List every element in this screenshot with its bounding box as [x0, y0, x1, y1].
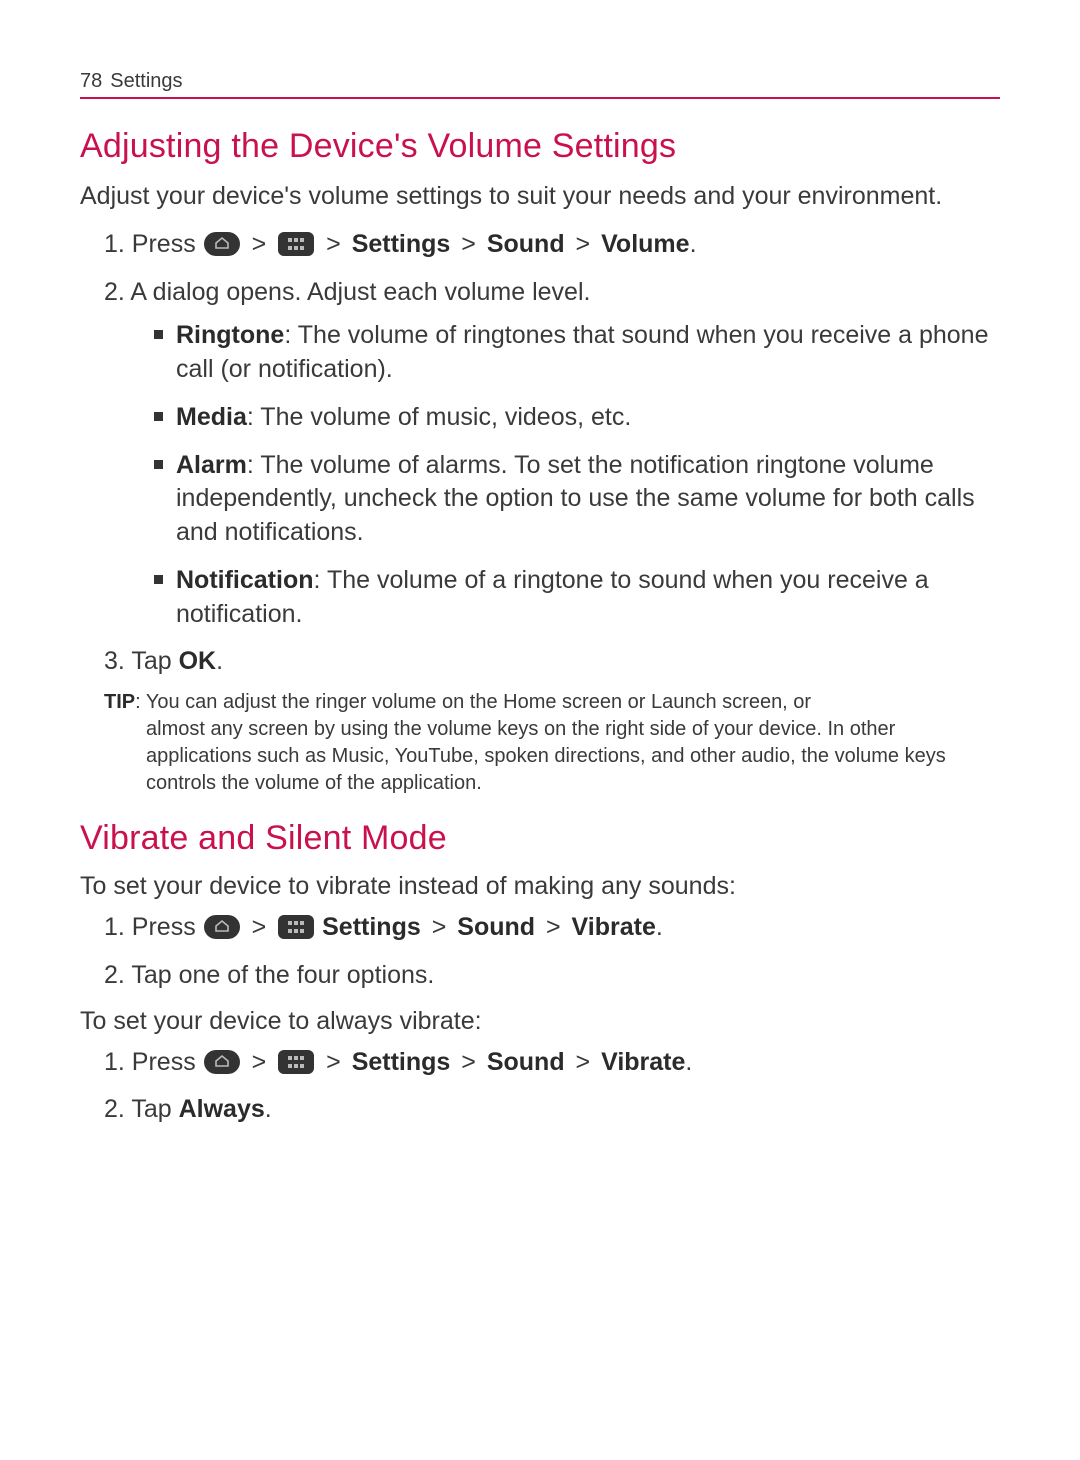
step-number: 3. [104, 647, 131, 675]
step-b1: 1. Press > > Settings > Sound > Vibrate. [104, 1046, 1000, 1084]
step-number: 2. [104, 278, 130, 306]
volume-bullets: Ringtone: The volume of ringtones that s… [156, 319, 1000, 631]
step-number: 1. [104, 1048, 132, 1076]
step-number: 2. [104, 1095, 131, 1123]
page-number: 78 [80, 70, 102, 93]
heading-volume-settings: Adjusting the Device's Volume Settings [80, 127, 1000, 166]
step-text: Press [132, 1048, 203, 1076]
step-number: 1. [104, 230, 132, 258]
home-key-icon [204, 1050, 240, 1084]
home-key-icon [204, 232, 240, 266]
breadcrumb-separator: > [248, 230, 271, 258]
steps-vibrate-a: 1. Press > Settings > Sound > Vibrate. 2… [104, 911, 1000, 993]
page-section-label: Settings [110, 70, 182, 93]
period: . [265, 1095, 272, 1123]
step-3: 3. Tap OK. [104, 645, 1000, 679]
always-label: Always [179, 1095, 265, 1123]
path-settings: Settings [322, 913, 421, 941]
breadcrumb-separator: > [248, 913, 271, 941]
breadcrumb-separator: > [322, 230, 345, 258]
breadcrumb-separator: > [248, 1048, 271, 1076]
period: . [656, 913, 663, 941]
step-text: Tap one of the four options. [131, 961, 434, 989]
bullet-text: : The volume of alarms. To set the notif… [176, 451, 975, 547]
steps-vibrate-b: 1. Press > > Settings > Sound > Vibrate.… [104, 1046, 1000, 1128]
path-settings: Settings [352, 1048, 451, 1076]
breadcrumb-separator: > [542, 913, 565, 941]
breadcrumb-separator: > [572, 1048, 595, 1076]
path-sound: Sound [487, 230, 565, 258]
steps-volume: 1. Press > > Settings > Sound > Volume. … [104, 228, 1000, 679]
bullet-media: Media: The volume of music, videos, etc. [176, 401, 1000, 435]
breadcrumb-separator: > [322, 1048, 345, 1076]
step-text: Tap [131, 647, 178, 675]
tip-label: TIP [104, 691, 135, 713]
step-number: 1. [104, 913, 132, 941]
tip-block: TIP: You can adjust the ringer volume on… [104, 689, 1000, 797]
tip-text-rest: almost any screen by using the volume ke… [146, 716, 1000, 797]
step-a2: 2. Tap one of the four options. [104, 959, 1000, 993]
step-text: Tap [131, 1095, 178, 1123]
step-text: A dialog opens. Adjust each volume level… [130, 278, 590, 306]
bullet-ringtone: Ringtone: The volume of ringtones that s… [176, 319, 1000, 387]
step-a1: 1. Press > Settings > Sound > Vibrate. [104, 911, 1000, 949]
step-text: Press [132, 230, 203, 258]
breadcrumb-separator: > [572, 230, 595, 258]
path-vibrate: Vibrate [601, 1048, 685, 1076]
path-volume: Volume [601, 230, 689, 258]
manual-page: 78 Settings Adjusting the Device's Volum… [0, 0, 1080, 1197]
apps-key-icon [278, 915, 314, 949]
step-1: 1. Press > > Settings > Sound > Volume. [104, 228, 1000, 266]
apps-key-icon [278, 1050, 314, 1084]
period: . [690, 230, 697, 258]
period: . [216, 647, 223, 675]
bullet-term: Alarm [176, 451, 247, 479]
heading-vibrate-silent: Vibrate and Silent Mode [80, 819, 1000, 858]
bullet-text: : The volume of ringtones that sound whe… [176, 321, 989, 383]
path-sound: Sound [457, 913, 535, 941]
intro-text: Adjust your device's volume settings to … [80, 180, 1000, 214]
breadcrumb-separator: > [457, 1048, 480, 1076]
bullet-text: : The volume of music, videos, etc. [247, 403, 631, 431]
subhead-vibrate-instead: To set your device to vibrate instead of… [80, 872, 1000, 901]
period: . [685, 1048, 692, 1076]
home-key-icon [204, 915, 240, 949]
step-number: 2. [104, 961, 131, 989]
step-b2: 2. Tap Always. [104, 1093, 1000, 1127]
bullet-alarm: Alarm: The volume of alarms. To set the … [176, 449, 1000, 550]
tip-text-first: : You can adjust the ringer volume on th… [135, 691, 811, 713]
path-vibrate: Vibrate [572, 913, 656, 941]
path-settings: Settings [352, 230, 451, 258]
running-header: 78 Settings [80, 70, 1000, 99]
bullet-term: Media [176, 403, 247, 431]
step-2: 2. A dialog opens. Adjust each volume le… [104, 276, 1000, 310]
bullet-term: Notification [176, 566, 314, 594]
bullet-notification: Notification: The volume of a ringtone t… [176, 564, 1000, 632]
bullet-term: Ringtone [176, 321, 284, 349]
breadcrumb-separator: > [457, 230, 480, 258]
apps-key-icon [278, 232, 314, 266]
step-text: Press [132, 913, 203, 941]
breadcrumb-separator: > [428, 913, 451, 941]
subhead-always-vibrate: To set your device to always vibrate: [80, 1007, 1000, 1036]
path-sound: Sound [487, 1048, 565, 1076]
ok-label: OK [179, 647, 217, 675]
